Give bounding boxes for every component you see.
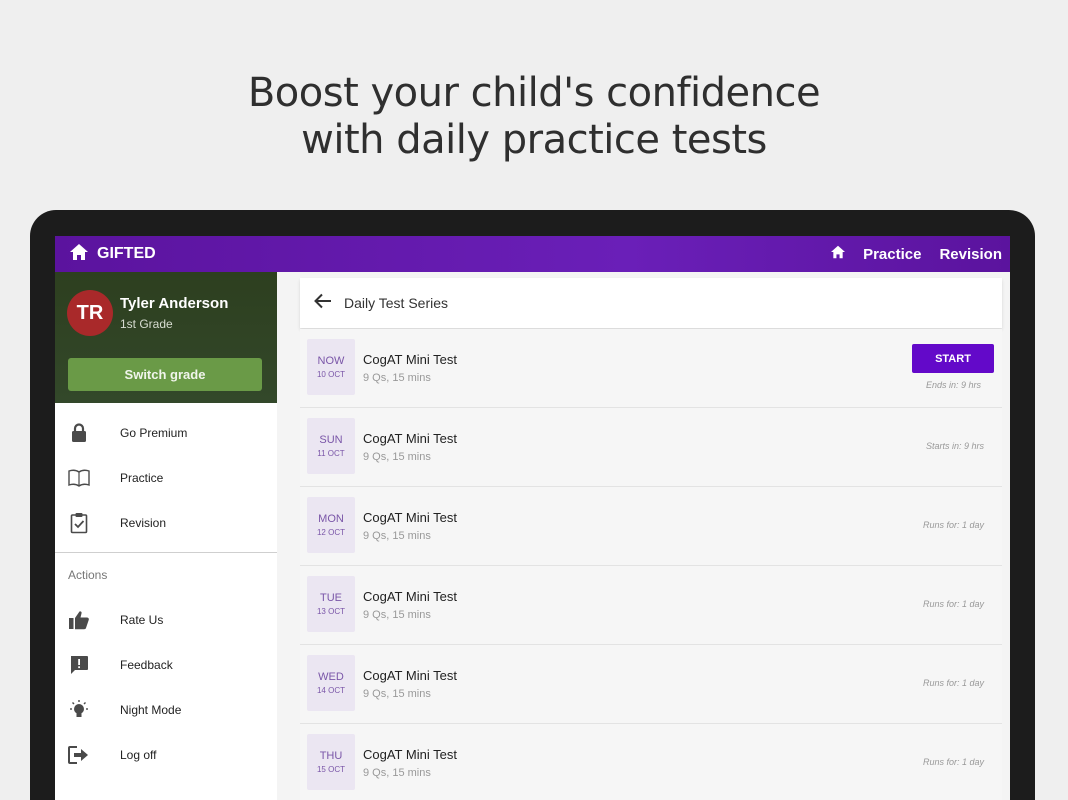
- start-button[interactable]: START: [912, 344, 994, 373]
- test-status: Starts in: 9 hrs: [925, 441, 984, 451]
- headline-line-1: Boost your child's confidence: [247, 70, 821, 116]
- sidebar-item-log-off[interactable]: Log off: [55, 735, 277, 775]
- thumbs-up-icon: [68, 609, 90, 631]
- sidebar-item-label: Practice: [120, 471, 164, 485]
- date-date: 12 OCT: [316, 528, 345, 537]
- test-row[interactable]: THU 15 OCT CogAT Mini Test 9 Qs, 15 mins…: [300, 724, 1002, 800]
- brand-name: GIFTED: [97, 245, 156, 262]
- brand[interactable]: GIFTED: [69, 236, 156, 272]
- home-icon: [830, 245, 846, 264]
- test-meta: 9 Qs, 15 mins: [363, 530, 431, 542]
- date-badge: TUE 13 OCT: [307, 576, 355, 632]
- sidebar-divider: [55, 552, 277, 553]
- date-date: 14 OCT: [316, 686, 345, 695]
- sidebar-item-feedback[interactable]: Feedback: [55, 645, 277, 685]
- date-date: 15 OCT: [316, 765, 345, 774]
- switch-grade-button[interactable]: Switch grade: [68, 358, 262, 391]
- main-content: Daily Test Series NOW 10 OCT CogAT Mini …: [277, 272, 1010, 800]
- test-title: CogAT Mini Test: [363, 431, 457, 446]
- page-title: Daily Test Series: [344, 295, 449, 311]
- sidebar-item-label: Revision: [120, 516, 167, 530]
- logout-icon: [68, 744, 90, 766]
- profile-panel: TR Tyler Anderson 1st Grade Switch grade: [55, 272, 277, 403]
- test-status: Runs for: 1 day: [922, 520, 984, 530]
- test-title: CogAT Mini Test: [363, 747, 457, 762]
- test-title: CogAT Mini Test: [363, 668, 457, 683]
- sidebar-item-label: Rate Us: [120, 613, 164, 627]
- date-date: 11 OCT: [317, 449, 345, 458]
- date-badge: WED 14 OCT: [307, 655, 355, 711]
- sidebar-item-night-mode[interactable]: Night Mode: [55, 690, 277, 730]
- app-bar: GIFTED Practice Revision: [55, 236, 1010, 272]
- profile-name: Tyler Anderson: [120, 295, 229, 312]
- test-title: CogAT Mini Test: [363, 589, 457, 604]
- app-screen: GIFTED Practice Revision TR Tyler Anders…: [55, 236, 1010, 800]
- date-day: WED: [318, 671, 344, 683]
- avatar: TR: [67, 290, 113, 336]
- test-list: NOW 10 OCT CogAT Mini Test 9 Qs, 15 mins…: [300, 329, 1002, 800]
- date-date: 13 OCT: [316, 607, 345, 616]
- date-badge: SUN 11 OCT: [307, 418, 355, 474]
- actions-section-title: Actions: [68, 568, 108, 582]
- sidebar-item-label: Night Mode: [120, 703, 182, 717]
- lock-icon: [68, 422, 90, 444]
- page-header: Daily Test Series: [300, 278, 1002, 328]
- test-meta: 9 Qs, 15 mins: [363, 451, 431, 463]
- sidebar-item-rate-us[interactable]: Rate Us: [55, 600, 277, 640]
- sidebar-item-practice[interactable]: Practice: [55, 458, 277, 498]
- test-meta: 9 Qs, 15 mins: [363, 767, 431, 779]
- nav-practice[interactable]: Practice: [863, 246, 921, 263]
- headline-line-2: with daily practice tests: [301, 117, 767, 163]
- test-status: Runs for: 1 day: [922, 678, 984, 688]
- sidebar-item-label: Log off: [120, 748, 157, 762]
- date-day: THU: [319, 750, 343, 762]
- book-icon: [68, 467, 90, 489]
- promo-headline: Boost your child's confidence with daily…: [0, 70, 1068, 164]
- nav-home-button[interactable]: [827, 236, 849, 272]
- test-status: Ends in: 9 hrs: [925, 380, 981, 390]
- feedback-icon: [68, 654, 90, 676]
- test-meta: 9 Qs, 15 mins: [363, 609, 431, 621]
- date-day: MON: [318, 513, 344, 525]
- date-day: NOW: [317, 355, 345, 367]
- test-title: CogAT Mini Test: [363, 510, 457, 525]
- test-row[interactable]: MON 12 OCT CogAT Mini Test 9 Qs, 15 mins…: [300, 487, 1002, 566]
- date-badge: NOW 10 OCT: [307, 339, 355, 395]
- home-icon: [69, 243, 89, 266]
- date-badge: MON 12 OCT: [307, 497, 355, 553]
- nav-revision[interactable]: Revision: [939, 246, 1002, 263]
- test-status: Runs for: 1 day: [922, 757, 984, 767]
- test-meta: 9 Qs, 15 mins: [363, 688, 431, 700]
- sidebar: TR Tyler Anderson 1st Grade Switch grade…: [55, 272, 277, 800]
- clipboard-check-icon: [68, 512, 90, 534]
- lightbulb-icon: [68, 699, 90, 721]
- date-date: 10 OCT: [316, 370, 345, 379]
- date-day: TUE: [320, 592, 342, 604]
- date-day: SUN: [319, 434, 343, 446]
- profile-grade: 1st Grade: [120, 317, 173, 331]
- sidebar-item-revision[interactable]: Revision: [55, 503, 277, 543]
- top-nav: Practice Revision: [827, 236, 1010, 272]
- test-row[interactable]: NOW 10 OCT CogAT Mini Test 9 Qs, 15 mins…: [300, 329, 1002, 408]
- test-title: CogAT Mini Test: [363, 352, 457, 367]
- test-meta: 9 Qs, 15 mins: [363, 372, 431, 384]
- test-row[interactable]: SUN 11 OCT CogAT Mini Test 9 Qs, 15 mins…: [300, 408, 1002, 487]
- test-status: Runs for: 1 day: [922, 599, 984, 609]
- sidebar-item-label: Go Premium: [120, 426, 188, 440]
- test-row[interactable]: TUE 13 OCT CogAT Mini Test 9 Qs, 15 mins…: [300, 566, 1002, 645]
- back-button[interactable]: [312, 292, 334, 314]
- date-badge: THU 15 OCT: [307, 734, 355, 790]
- test-row[interactable]: WED 14 OCT CogAT Mini Test 9 Qs, 15 mins…: [300, 645, 1002, 724]
- sidebar-item-go-premium[interactable]: Go Premium: [55, 413, 277, 453]
- arrow-left-icon: [314, 293, 332, 314]
- sidebar-item-label: Feedback: [120, 658, 173, 672]
